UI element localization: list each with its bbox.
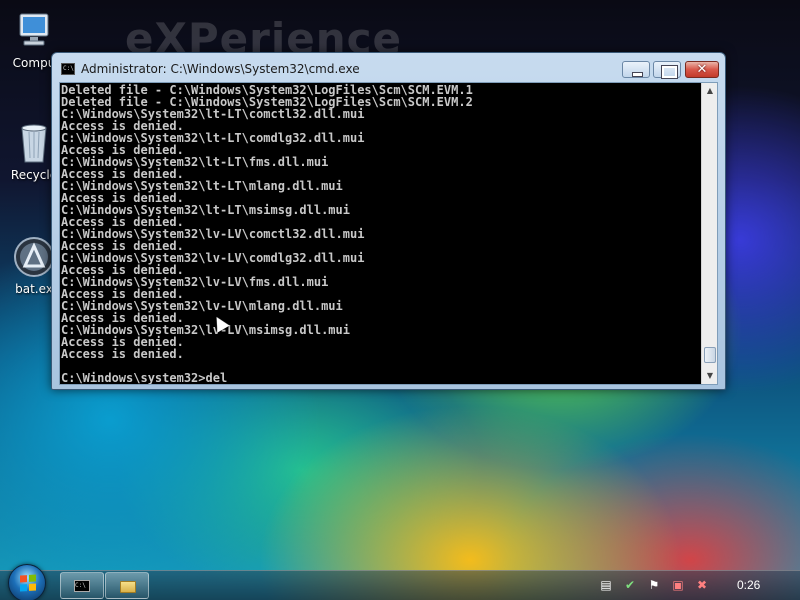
scroll-up-icon[interactable]: ▲ bbox=[703, 83, 717, 99]
cmd-icon: C:\ bbox=[74, 580, 90, 592]
cmd-window[interactable]: C:\ Administrator: C:\Windows\System32\c… bbox=[51, 52, 726, 390]
taskbar-cmd-button[interactable]: C:\ bbox=[60, 572, 104, 599]
taskbar-clock[interactable]: 0:26 bbox=[737, 578, 760, 592]
maximize-icon bbox=[654, 62, 680, 79]
scroll-down-icon[interactable]: ▼ bbox=[703, 368, 717, 384]
title-bar[interactable]: C:\ Administrator: C:\Windows\System32\c… bbox=[52, 53, 725, 83]
cmd-icon: C:\ bbox=[61, 63, 75, 75]
command-prompt[interactable]: C:\Windows\system32>del bbox=[61, 372, 701, 384]
computer-icon bbox=[19, 13, 49, 46]
start-button[interactable] bbox=[8, 564, 46, 600]
recycle-bin-icon bbox=[21, 124, 47, 163]
security-center-icon[interactable]: ✔ bbox=[622, 577, 638, 593]
maximize-button[interactable] bbox=[653, 61, 681, 79]
network-icon[interactable]: ▣ bbox=[670, 577, 686, 593]
volume-muted-icon[interactable]: ✖ bbox=[694, 577, 710, 593]
console-text: Deleted file - C:\Windows\System32\LogFi… bbox=[61, 84, 701, 384]
minimize-button[interactable] bbox=[622, 61, 650, 78]
minimize-icon bbox=[623, 62, 649, 77]
vertical-scrollbar[interactable]: ▲ ▼ bbox=[701, 83, 717, 384]
console-line: Access is denied. bbox=[61, 347, 184, 361]
close-icon: ✕ bbox=[696, 62, 708, 77]
close-button[interactable]: ✕ bbox=[685, 61, 719, 78]
console-output[interactable]: Deleted file - C:\Windows\System32\LogFi… bbox=[59, 82, 718, 385]
window-title: Administrator: C:\Windows\System32\cmd.e… bbox=[81, 62, 360, 76]
batch-file-icon bbox=[14, 237, 54, 277]
folder-icon bbox=[120, 581, 136, 593]
taskbar-explorer-button[interactable] bbox=[105, 572, 149, 599]
windows-logo-icon bbox=[20, 574, 36, 592]
flag-icon[interactable]: ⚑ bbox=[646, 577, 662, 593]
document-icon[interactable]: ▤ bbox=[598, 577, 614, 593]
scroll-thumb[interactable] bbox=[704, 347, 716, 363]
